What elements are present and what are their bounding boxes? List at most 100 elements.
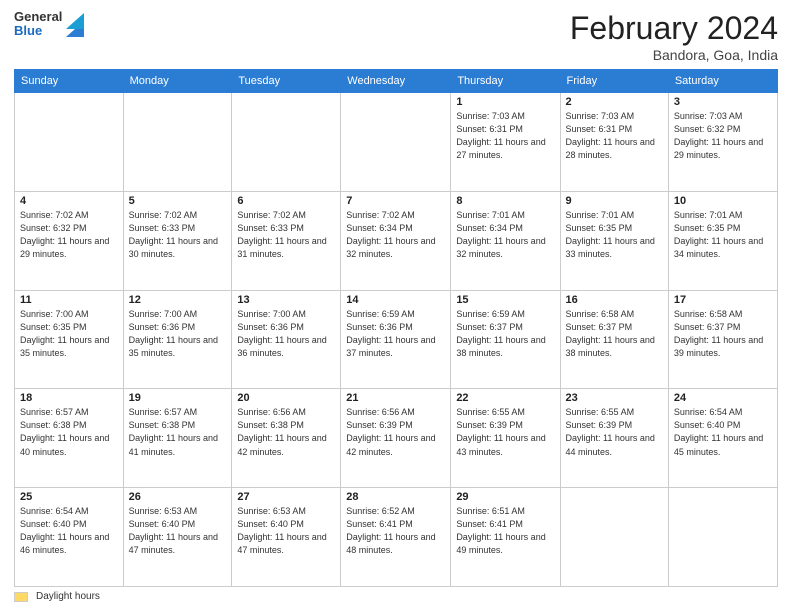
day-number: 22 [456,392,554,404]
col-header-friday: Friday [560,70,668,93]
col-header-sunday: Sunday [15,70,124,93]
day-info: Sunrise: 6:51 AMSunset: 6:41 PMDaylight:… [456,505,554,557]
day-number: 6 [237,195,335,207]
day-info: Sunrise: 6:57 AMSunset: 6:38 PMDaylight:… [129,406,227,458]
day-info: Sunrise: 7:02 AMSunset: 6:34 PMDaylight:… [346,209,445,261]
table-row: 23 Sunrise: 6:55 AMSunset: 6:39 PMDayligh… [560,389,668,488]
day-number: 27 [237,491,335,503]
day-number: 1 [456,96,554,108]
day-number: 9 [566,195,663,207]
table-row: 16Sunrise: 6:58 AMSunset: 6:37 PMDayligh… [560,290,668,389]
day-number: 25 [20,491,118,503]
logo-blue: Blue [14,24,62,38]
day-number: 15 [456,294,554,306]
day-info: Sunrise: 6:58 AMSunset: 6:37 PMDaylight:… [674,308,772,360]
day-number: 29 [456,491,554,503]
page: General Blue February 2024 Bandora, Goa,… [0,0,792,612]
month-title: February 2024 [570,10,778,47]
day-info: Sunrise: 7:03 AMSunset: 6:32 PMDaylight:… [674,110,772,162]
day-info: Sunrise: 6:55 AMSunset: 6:39 PMDaylight:… [456,406,554,458]
day-info: Sunrise: 6:57 AMSunset: 6:38 PMDaylight:… [20,406,118,458]
day-number: 19 [129,392,227,404]
table-row: 22 Sunrise: 6:55 AMSunset: 6:39 PMDayligh… [451,389,560,488]
table-row: 1 Sunrise: 7:03 AMSunset: 6:31 PMDaylight… [451,93,560,192]
logo-icon [66,11,84,37]
day-number: 23 [566,392,663,404]
day-info: Sunrise: 6:59 AMSunset: 6:36 PMDaylight:… [346,308,445,360]
logo-text: General Blue [14,10,62,39]
day-number: 24 [674,392,772,404]
table-row: 15 Sunrise: 6:59 AMSunset: 6:37 PMDayligh… [451,290,560,389]
table-row: 27Sunrise: 6:53 AMSunset: 6:40 PMDayligh… [232,488,341,587]
col-header-monday: Monday [123,70,232,93]
day-number: 17 [674,294,772,306]
day-number: 5 [129,195,227,207]
table-row [123,93,232,192]
day-info: Sunrise: 7:00 AMSunset: 6:36 PMDaylight:… [237,308,335,360]
col-header-thursday: Thursday [451,70,560,93]
day-number: 18 [20,392,118,404]
day-info: Sunrise: 6:54 AMSunset: 6:40 PMDaylight:… [674,406,772,458]
table-row: 26 Sunrise: 6:53 AMSunset: 6:40 PMDayligh… [123,488,232,587]
day-info: Sunrise: 6:55 AMSunset: 6:39 PMDaylight:… [566,406,663,458]
day-info: Sunrise: 7:01 AMSunset: 6:35 PMDaylight:… [674,209,772,261]
day-number: 12 [129,294,227,306]
table-row [560,488,668,587]
day-info: Sunrise: 7:01 AMSunset: 6:34 PMDaylight:… [456,209,554,261]
table-row: 19 Sunrise: 6:57 AMSunset: 6:38 PMDayligh… [123,389,232,488]
day-number: 14 [346,294,445,306]
day-number: 2 [566,96,663,108]
table-row: 6 Sunrise: 7:02 AMSunset: 6:33 PMDaylight… [232,191,341,290]
table-row: 10 Sunrise: 7:01 AMSunset: 6:35 PMDayligh… [668,191,777,290]
day-info: Sunrise: 6:54 AMSunset: 6:40 PMDaylight:… [20,505,118,557]
day-info: Sunrise: 6:56 AMSunset: 6:38 PMDaylight:… [237,406,335,458]
day-info: Sunrise: 6:53 AMSunset: 6:40 PMDaylight:… [129,505,227,557]
title-area: February 2024 Bandora, Goa, India [570,10,778,63]
table-row: 24 Sunrise: 6:54 AMSunset: 6:40 PMDayligh… [668,389,777,488]
table-row: 25 Sunrise: 6:54 AMSunset: 6:40 PMDayligh… [15,488,124,587]
table-row: 20 Sunrise: 6:56 AMSunset: 6:38 PMDayligh… [232,389,341,488]
table-row: 11 Sunrise: 7:00 AMSunset: 6:35 PMDayligh… [15,290,124,389]
day-info: Sunrise: 7:02 AMSunset: 6:32 PMDaylight:… [20,209,118,261]
table-row: 4Sunrise: 7:02 AMSunset: 6:32 PMDaylight… [15,191,124,290]
day-info: Sunrise: 6:59 AMSunset: 6:37 PMDaylight:… [456,308,554,360]
table-row: 7 Sunrise: 7:02 AMSunset: 6:34 PMDaylight… [341,191,451,290]
legend-label: Daylight hours [36,591,100,602]
day-info: Sunrise: 7:03 AMSunset: 6:31 PMDaylight:… [566,110,663,162]
table-row [668,488,777,587]
table-row: 12Sunrise: 7:00 AMSunset: 6:36 PMDayligh… [123,290,232,389]
table-row: 9 Sunrise: 7:01 AMSunset: 6:35 PMDaylight… [560,191,668,290]
legend-box [14,592,28,602]
table-row: 8Sunrise: 7:01 AMSunset: 6:34 PMDaylight… [451,191,560,290]
day-info: Sunrise: 7:03 AMSunset: 6:31 PMDaylight:… [456,110,554,162]
table-row: 21Sunrise: 6:56 AMSunset: 6:39 PMDayligh… [341,389,451,488]
table-row: 5Sunrise: 7:02 AMSunset: 6:33 PMDaylight… [123,191,232,290]
location: Bandora, Goa, India [570,47,778,63]
logo-general: General [14,10,62,24]
table-row [15,93,124,192]
col-header-tuesday: Tuesday [232,70,341,93]
day-number: 21 [346,392,445,404]
table-row: 28 Sunrise: 6:52 AMSunset: 6:41 PMDayligh… [341,488,451,587]
table-row: 18 Sunrise: 6:57 AMSunset: 6:38 PMDayligh… [15,389,124,488]
logo: General Blue [14,10,84,39]
table-row: 29 Sunrise: 6:51 AMSunset: 6:41 PMDayligh… [451,488,560,587]
day-number: 13 [237,294,335,306]
day-info: Sunrise: 7:00 AMSunset: 6:35 PMDaylight:… [20,308,118,360]
day-info: Sunrise: 7:01 AMSunset: 6:35 PMDaylight:… [566,209,663,261]
day-number: 28 [346,491,445,503]
header: General Blue February 2024 Bandora, Goa,… [14,10,778,63]
table-row: 2 Sunrise: 7:03 AMSunset: 6:31 PMDaylight… [560,93,668,192]
day-number: 11 [20,294,118,306]
table-row: 13 Sunrise: 7:00 AMSunset: 6:36 PMDayligh… [232,290,341,389]
day-number: 10 [674,195,772,207]
day-info: Sunrise: 6:52 AMSunset: 6:41 PMDaylight:… [346,505,445,557]
day-number: 7 [346,195,445,207]
col-header-saturday: Saturday [668,70,777,93]
day-number: 20 [237,392,335,404]
day-info: Sunrise: 7:02 AMSunset: 6:33 PMDaylight:… [237,209,335,261]
day-number: 26 [129,491,227,503]
table-row: 14 Sunrise: 6:59 AMSunset: 6:36 PMDayligh… [341,290,451,389]
table-row [232,93,341,192]
day-number: 16 [566,294,663,306]
